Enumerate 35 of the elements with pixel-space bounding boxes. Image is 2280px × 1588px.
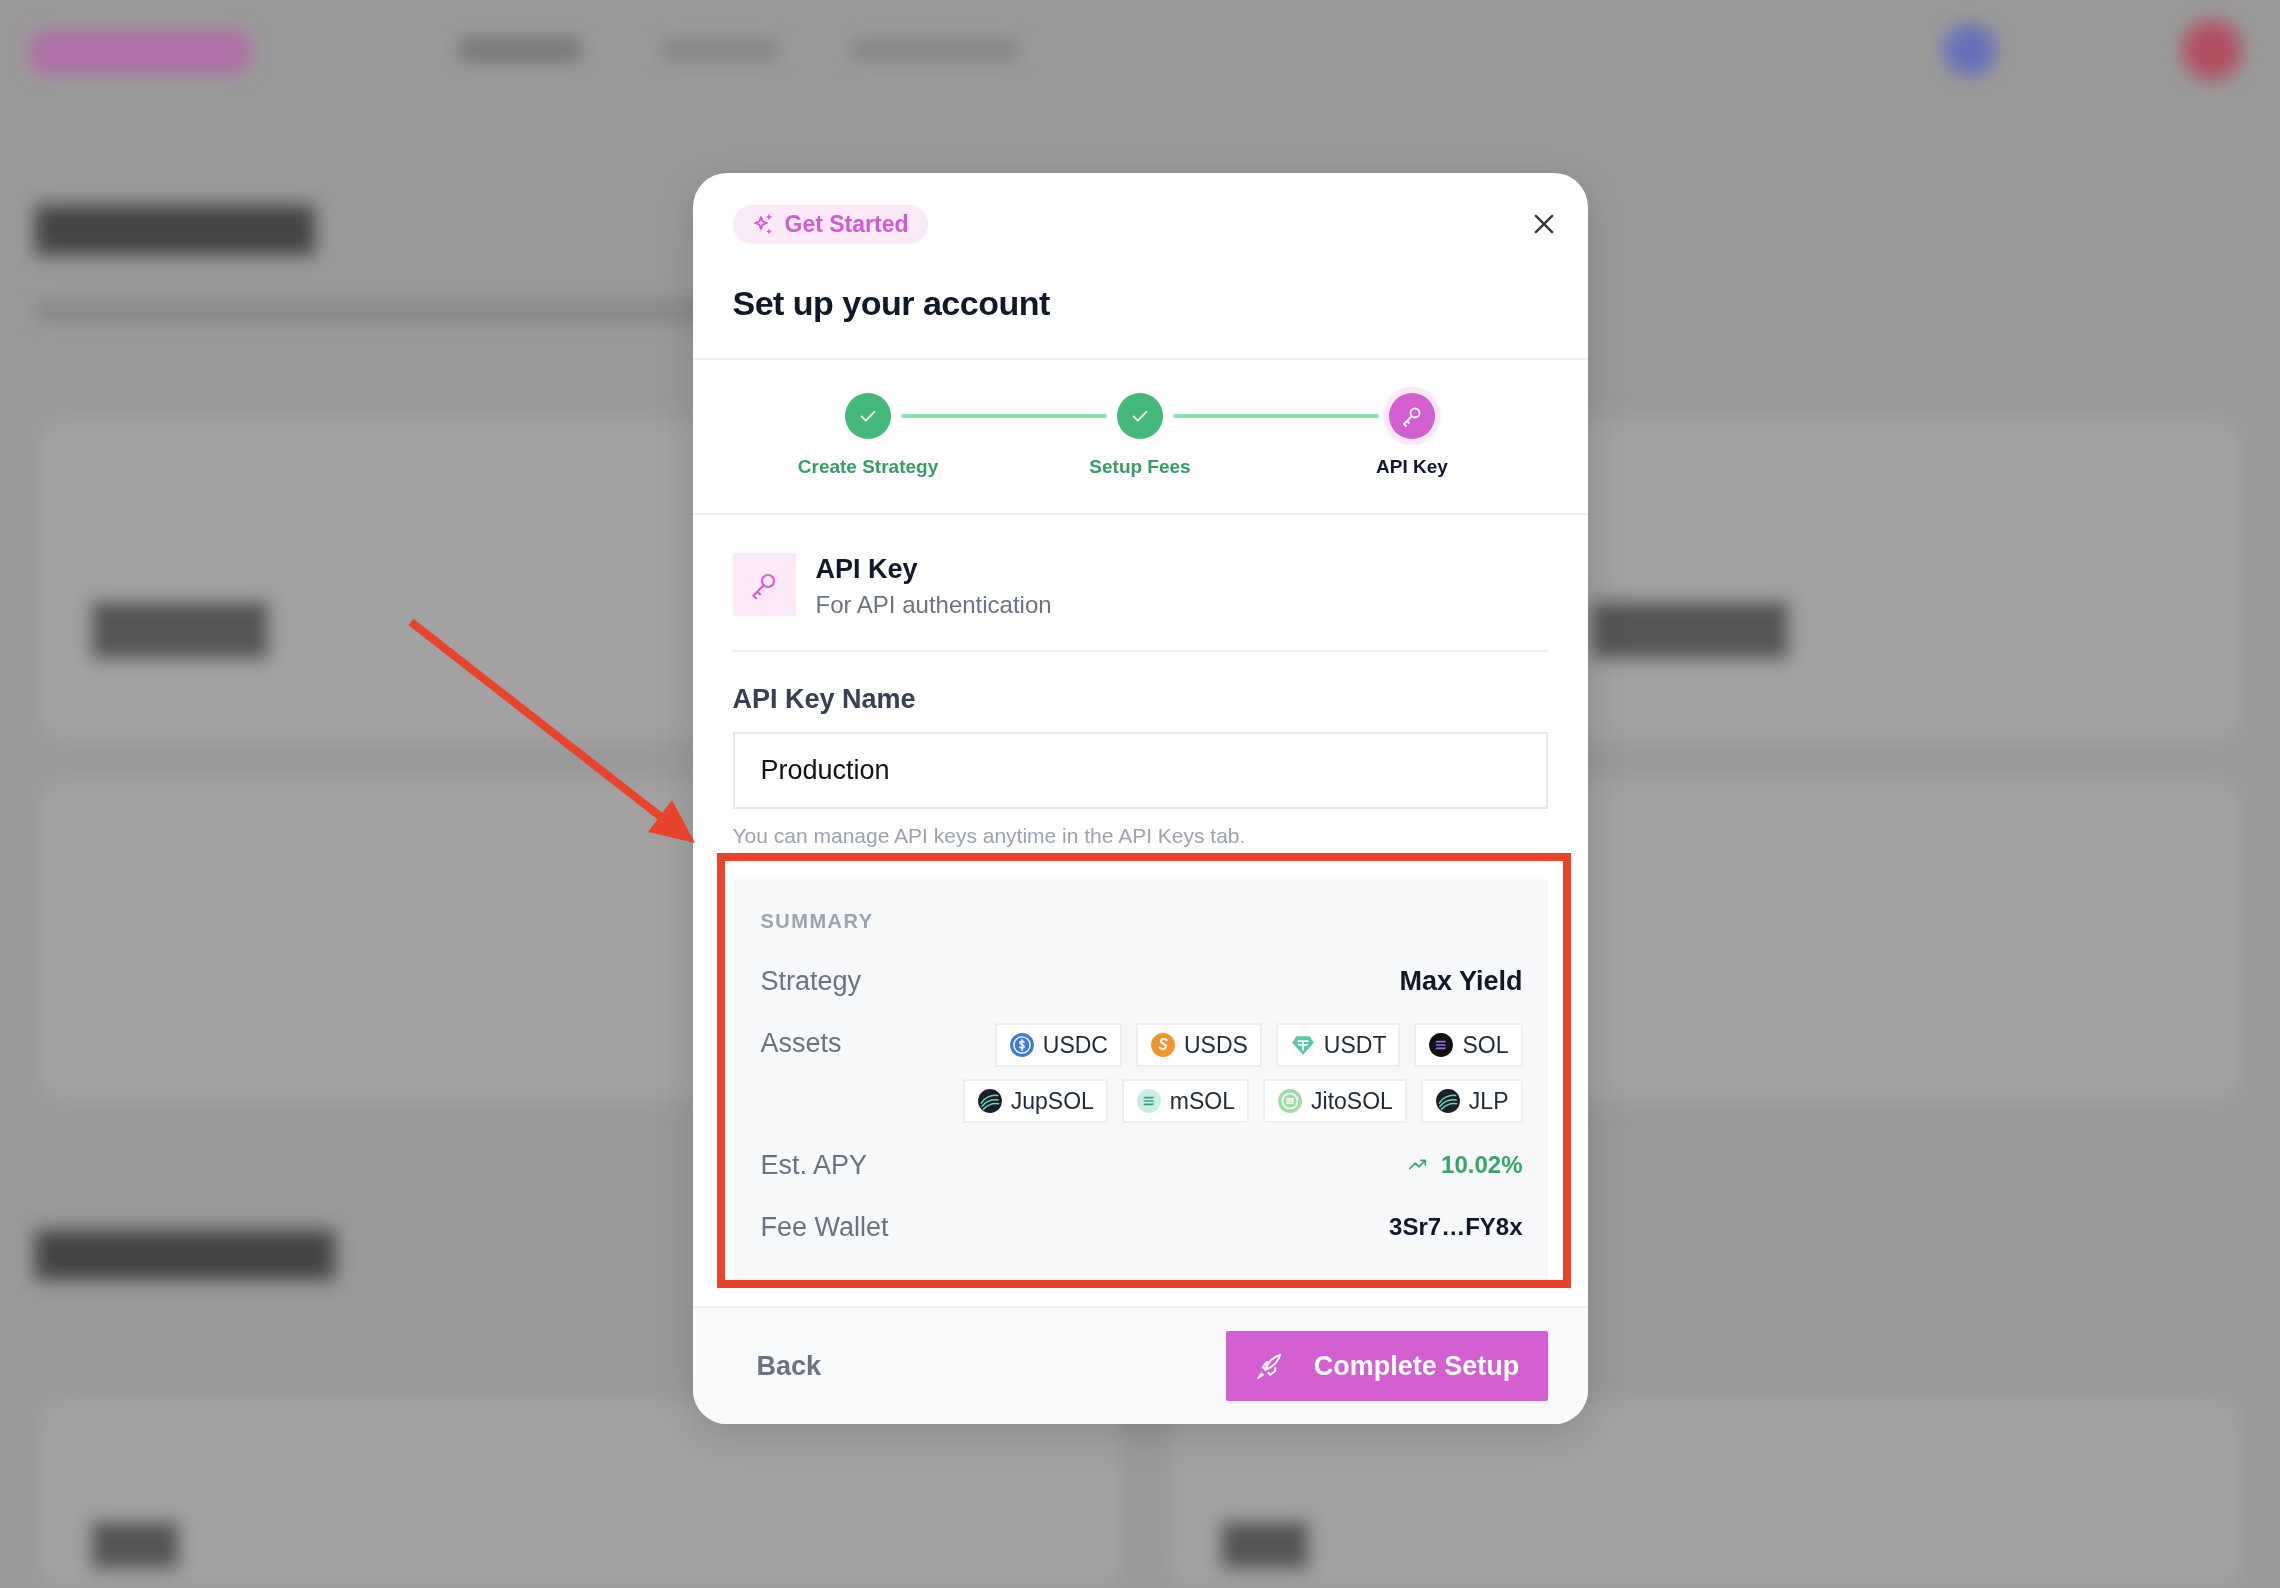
coin-icon — [1428, 1032, 1455, 1058]
summary-label: Fee Wallet — [760, 1211, 889, 1244]
asset-chip: mSOL — [1121, 1079, 1250, 1123]
coin-icon — [976, 1088, 1003, 1114]
asset-chip: JupSOL — [962, 1079, 1108, 1123]
asset-chip: USDC — [994, 1023, 1122, 1067]
asset-chip: JitoSOL — [1263, 1079, 1407, 1123]
coin-icon — [1277, 1088, 1304, 1114]
step-label: Create Strategy — [796, 455, 940, 479]
coin-icon — [1135, 1088, 1162, 1114]
coin-icon — [1008, 1032, 1035, 1058]
summary-label: Strategy — [760, 965, 862, 998]
coin-icon — [1434, 1088, 1461, 1114]
summary-heading: SUMMARY — [760, 909, 875, 933]
api-key-name-field[interactable]: Production — [732, 732, 1548, 809]
summary-value: 3Sr7…FY8x — [1389, 1212, 1523, 1242]
section-title: API Key — [815, 553, 919, 585]
asset-chip: USDS — [1135, 1023, 1262, 1067]
asset-chip: JLP — [1420, 1079, 1523, 1123]
modal-title: Set up your account — [732, 283, 1051, 324]
summary-label: Est. APY — [760, 1149, 868, 1182]
get-started-badge: Get Started — [732, 205, 929, 244]
field-label: API Key Name — [732, 683, 917, 716]
asset-chip: SOL — [1414, 1023, 1523, 1067]
complete-setup-button[interactable]: Complete Setup — [1225, 1331, 1548, 1401]
apy-value: 10.02% — [1407, 1145, 1523, 1185]
step-label: API Key — [1375, 455, 1449, 479]
help-text: You can manage API keys anytime in the API Keys tab. — [732, 823, 1247, 849]
summary-value: Max Yield — [1399, 965, 1523, 998]
summary-label: Assets — [760, 1027, 842, 1060]
back-button[interactable]: Back — [732, 1335, 846, 1397]
section-subtitle: For API authentication — [815, 590, 1052, 620]
coin-icon — [1149, 1032, 1176, 1058]
asset-chip: USDT — [1275, 1023, 1401, 1067]
step-label: Setup Fees — [1088, 455, 1192, 479]
